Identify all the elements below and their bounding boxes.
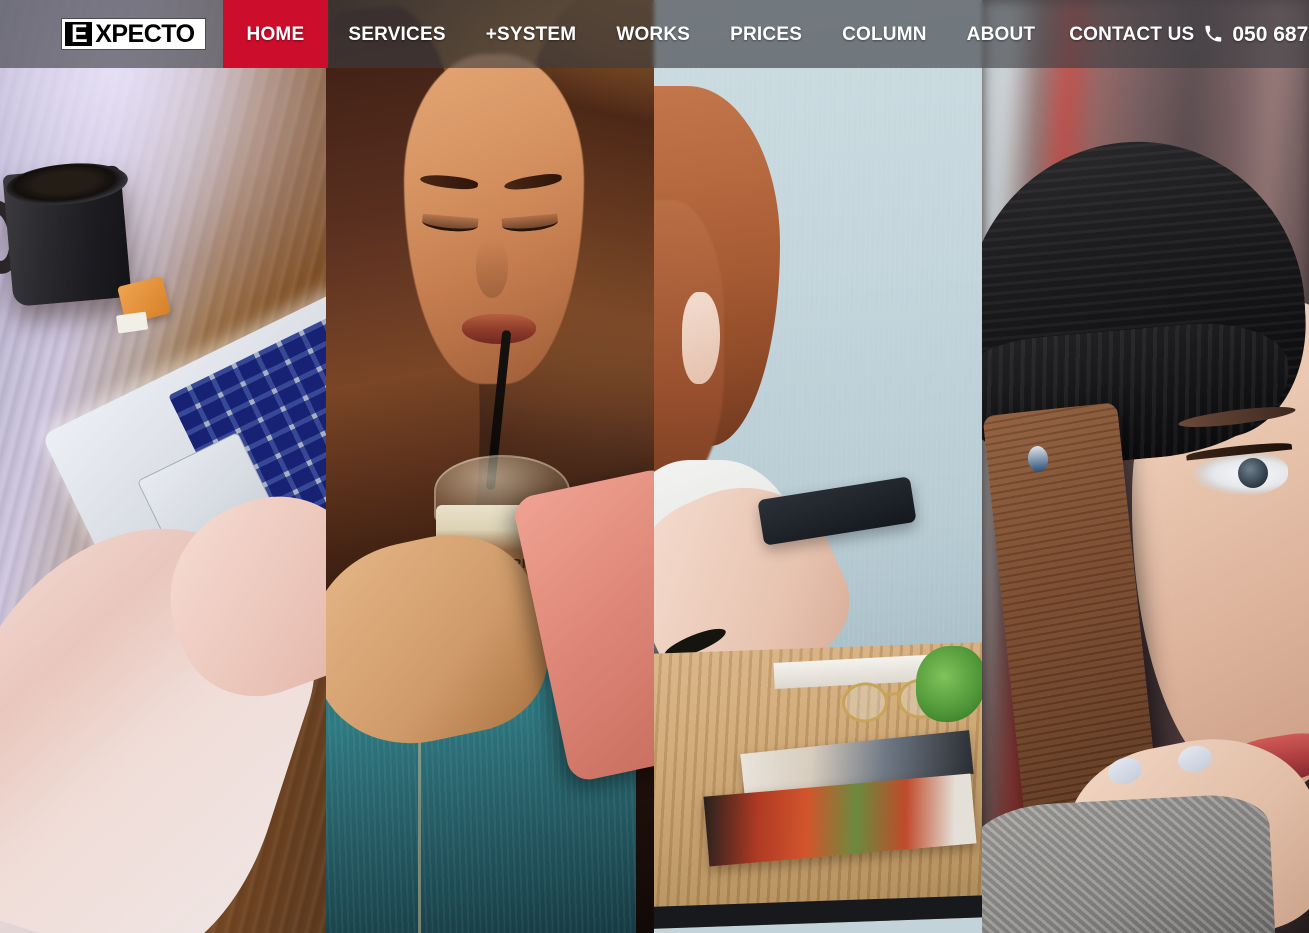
nav-item-prices[interactable]: PRICES (710, 0, 822, 68)
hero-panel-woman-iced-coffee-phone[interactable]: BROWNBRICKS (326, 0, 654, 933)
nav-item-system[interactable]: +SYSTEM (466, 0, 597, 68)
nav-item-column[interactable]: COLUMN (822, 0, 947, 68)
hero-panel-woman-beanie-phone-call[interactable] (982, 0, 1309, 933)
nav-item-works[interactable]: WORKS (596, 0, 710, 68)
phone-number[interactable]: 050 6871 2507 (1232, 24, 1309, 45)
site-logo[interactable]: E XPECTO (0, 0, 223, 68)
nose (476, 240, 508, 298)
nav-item-about[interactable]: ABOUT (947, 0, 1056, 68)
logo-box: E XPECTO (62, 19, 205, 49)
eyeglasses-lens-left (840, 680, 890, 724)
knit-sweater (982, 792, 1276, 933)
nav-item-home[interactable]: HOME (222, 0, 329, 68)
contact-block[interactable]: CONTACT US 050 6871 2507 (1055, 0, 1309, 68)
primary-nav: HOME SERVICES +SYSTEM WORKS PRICES COLUM… (222, 0, 1056, 68)
contact-us-label[interactable]: CONTACT US (1069, 25, 1194, 44)
hero-image-strip: BROWNBRICKS (0, 0, 1309, 933)
logo-rest-letters: XPECTO (92, 22, 202, 47)
phone-handset-icon (1205, 25, 1222, 42)
top-navigation-bar: E XPECTO HOME SERVICES +SYSTEM WORKS PRI… (0, 0, 1309, 68)
nav-item-services[interactable]: SERVICES (328, 0, 465, 68)
hero-panel-workspace-coffee-laptop[interactable] (0, 0, 326, 933)
iris (1238, 458, 1268, 488)
potted-plant (916, 646, 982, 722)
lips (462, 314, 536, 344)
hero-panel-woman-table-magazines[interactable] (654, 0, 982, 933)
page-root: BROWNBRICKS (0, 0, 1309, 933)
logo-first-letter: E (65, 22, 93, 47)
